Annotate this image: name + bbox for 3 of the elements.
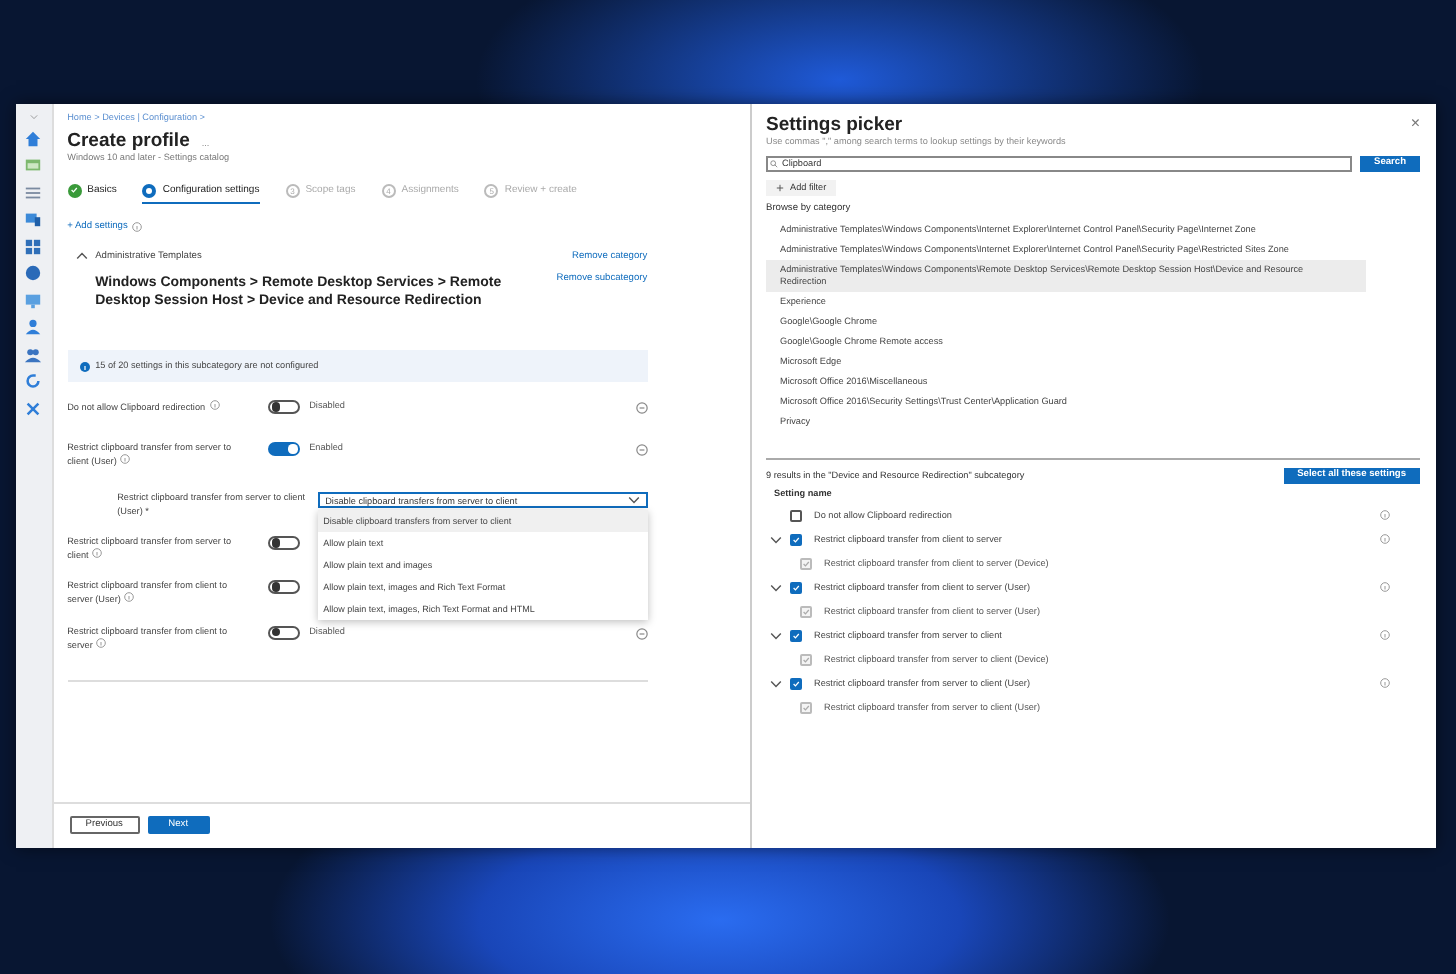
page-title: Create profile [67, 129, 190, 152]
panel-title: Settings picker [766, 114, 903, 136]
close-button[interactable]: × [1410, 114, 1420, 132]
